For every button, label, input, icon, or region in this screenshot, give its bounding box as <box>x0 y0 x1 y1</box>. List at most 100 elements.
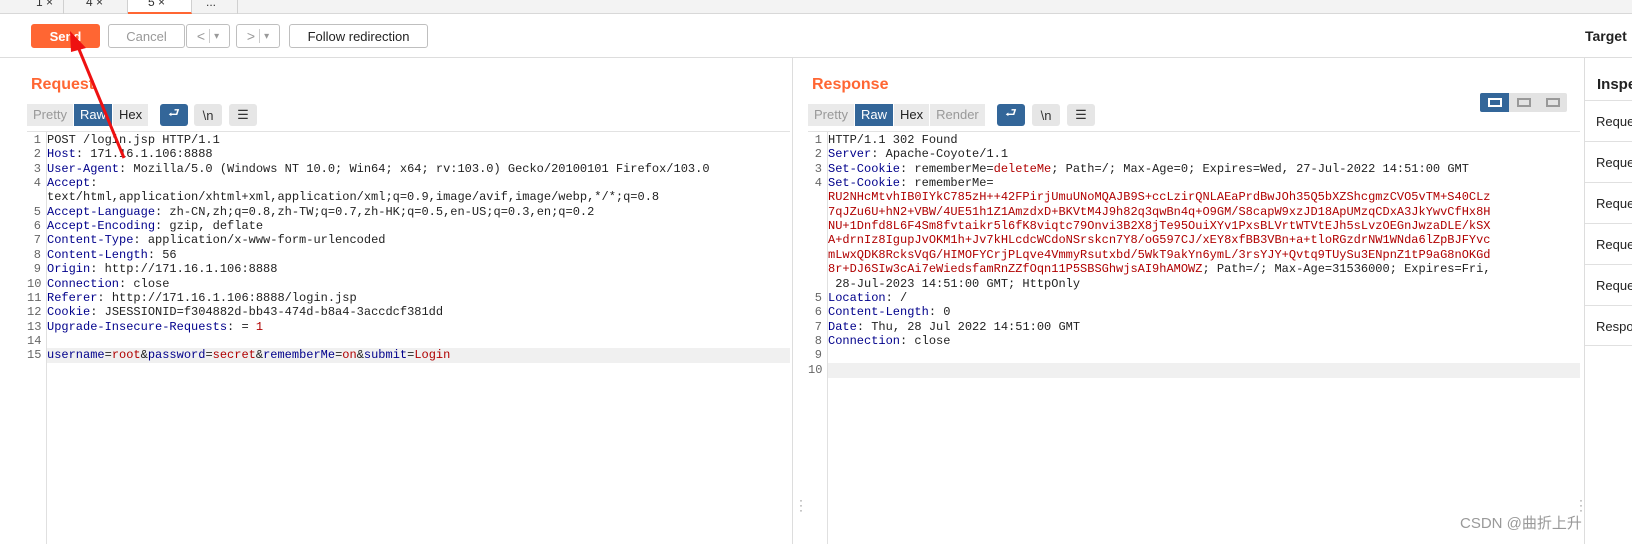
request-editor[interactable]: 1 POST /login.jsp HTTP/1.1 2 Host: 171.16.1… <box>27 131 790 544</box>
inspector-response-headers[interactable]: Response headers <box>1585 305 1632 346</box>
request-tab-pretty[interactable]: Pretty <box>27 104 74 126</box>
cancel-button[interactable]: Cancel <box>108 24 185 48</box>
inspector-request-attributes[interactable]: Request attributes <box>1585 100 1632 141</box>
colon: : <box>97 290 105 305</box>
response-view-tabs: Pretty Raw Hex Render <box>808 104 986 126</box>
line-number: 5 <box>33 204 41 219</box>
header-value: application/x-www-form-urlencoded <box>140 233 386 248</box>
inspector-request-body-params[interactable]: Request body parameters <box>1585 182 1632 223</box>
code-line: Origin: http://171.16.1.106:8888 <box>47 262 790 277</box>
newline-toggle-icon[interactable]: \n <box>194 104 222 126</box>
line-number: 3 <box>33 161 41 176</box>
inspector-request-cookies[interactable]: Request cookies <box>1585 223 1632 264</box>
response-tab-pretty[interactable]: Pretty <box>808 104 855 126</box>
code-line: Set-Cookie: rememberMe=deleteMe; Path=/;… <box>828 162 1580 177</box>
back-button[interactable]: < ▾ <box>186 24 230 48</box>
cookie-value: A+drnIz8IgupJvOKM1h+Jv7kHLcdcWCdoNSrskcn… <box>828 233 1491 248</box>
cookie-value: deleteMe <box>993 161 1052 176</box>
header-name: Cookie <box>47 305 91 320</box>
header-value-tail: ; Path=/; Max-Age=31536000; Expires=Fri, <box>1202 262 1491 277</box>
code-line: POST /login.jsp HTTP/1.1 <box>47 133 790 148</box>
cookie-value: 7qJZu6U+hN2+VBW/4UE51h1Z1AmzdxD+BKVtM4J9… <box>828 204 1491 219</box>
code-line: A+drnIz8IgupJvOKM1h+Jv7kHLcdcWCdoNSrskcn… <box>828 233 1580 248</box>
header-name: Date <box>828 319 857 334</box>
response-editor[interactable]: 1 HTTP/1.1 302 Found 2 Server: Apache-Coyot… <box>808 131 1580 544</box>
repeater-tab-1[interactable]: 1 × <box>0 0 64 14</box>
header-name: Accept-Language <box>47 204 156 219</box>
chevron-down-icon: ▾ <box>214 30 220 42</box>
ampersand: & <box>356 348 364 363</box>
layout-stacked-icon[interactable] <box>1509 93 1538 112</box>
code-line: Set-Cookie: rememberMe= <box>828 176 1580 191</box>
header-name: Upgrade-Insecure-Requests <box>47 319 228 334</box>
request-tab-hex[interactable]: Hex <box>112 104 150 126</box>
header-value: http://171.16.1.106:8888 <box>97 262 278 277</box>
back-arrow-icon: < <box>196 28 206 44</box>
line-number: 12 <box>27 305 42 320</box>
header-value: zh-CN,zh;q=0.8,zh-TW;q=0.7,zh-HK;q=0.5,e… <box>162 204 595 219</box>
param-value: secret <box>212 348 256 363</box>
cookie-value: RU2NHcMtvhIB0IYkC785zH++42FPirjUmuUNoMQA… <box>828 190 1491 205</box>
pane-resize-grip[interactable]: · · · <box>1579 494 1583 516</box>
header-value: close <box>907 333 951 348</box>
param-value: root <box>111 348 141 363</box>
param-name: submit <box>363 348 408 363</box>
cookie-value: 1 <box>248 319 264 334</box>
code-line: User-Agent: Mozilla/5.0 (Windows NT 10.0… <box>47 162 790 177</box>
send-label: Send <box>49 28 82 44</box>
header-name: Set-Cookie <box>828 176 901 191</box>
follow-redirection-button[interactable]: Follow redirection <box>289 24 428 48</box>
response-tab-hex[interactable]: Hex <box>893 104 931 126</box>
tab-label: 4 <box>86 0 93 9</box>
send-button[interactable]: Send <box>31 24 100 48</box>
menu-icon[interactable]: ☰ <box>229 104 257 126</box>
header-value: Thu, 28 Jul 2022 14:51:00 GMT <box>864 319 1081 334</box>
inspector-request-query-params[interactable]: Request query parameters <box>1585 141 1632 182</box>
header-name: User-Agent <box>47 161 120 176</box>
repeater-tab-strip: 1 × 4 × 5 × ... <box>0 0 1632 14</box>
code-line: Cookie: JSESSIONID=f304882d-bb43-474d-b8… <box>47 305 790 320</box>
code-line: Accept: <box>47 176 790 191</box>
menu-icon[interactable]: ☰ <box>1067 104 1095 126</box>
colon: : <box>75 147 84 162</box>
response-tab-render[interactable]: Render <box>930 104 986 126</box>
line-number: 6 <box>33 219 41 234</box>
repeater-tab-more[interactable]: ... <box>192 0 238 14</box>
code-line: Server: Apache-Coyote/1.1 <box>828 147 1580 162</box>
header-name: Server <box>828 147 872 162</box>
wrap-lines-icon[interactable]: ⮐ <box>160 104 188 126</box>
line-number: 5 <box>814 290 822 305</box>
ampersand: & <box>140 348 148 363</box>
target-label[interactable]: Target <box>1585 28 1627 44</box>
header-name: Host <box>47 147 76 162</box>
watermark: CSDN @曲折上升 <box>1460 515 1582 532</box>
cookie-value: mLwxQDK8RcksVqG/HIMOFYCrjPLqve4VmmyRsutx… <box>828 247 1491 262</box>
inspector-panel: Inspector Request attributes Request que… <box>1584 58 1632 544</box>
header-name: Connection <box>828 333 901 348</box>
repeater-tab-4[interactable]: 4 × <box>64 0 128 14</box>
follow-redirection-label: Follow redirection <box>307 28 410 44</box>
layout-side-by-side-icon[interactable] <box>1480 93 1509 112</box>
pane-divider[interactable] <box>792 58 793 544</box>
inspector-request-headers[interactable]: Request headers <box>1585 264 1632 305</box>
equals: = <box>104 348 112 363</box>
colon: : <box>928 305 937 320</box>
forward-button[interactable]: > ▾ <box>236 24 280 48</box>
wrap-lines-icon[interactable]: ⮐ <box>997 104 1025 126</box>
code-line: 7qJZu6U+hN2+VBW/4UE51h1Z1AmzdxD+BKVtM4J9… <box>828 205 1580 220</box>
equals: = <box>205 348 213 363</box>
layout-tabs-icon[interactable] <box>1538 93 1567 112</box>
param-name: password <box>147 348 206 363</box>
pane-resize-grip[interactable]: · · · <box>799 494 803 516</box>
repeater-tab-5[interactable]: 5 × <box>128 0 192 14</box>
response-tab-raw[interactable]: Raw <box>854 104 894 126</box>
header-value: text/html,application/xhtml+xml,applicat… <box>47 190 660 205</box>
newline-toggle-icon[interactable]: \n <box>1032 104 1060 126</box>
layout-toggle[interactable] <box>1480 93 1567 112</box>
header-value: / <box>892 290 908 305</box>
code-line: Referer: http://171.16.1.106:8888/login.… <box>47 291 790 306</box>
tab-label: ... <box>206 0 217 9</box>
request-tab-raw[interactable]: Raw <box>73 104 113 126</box>
line-number: 4 <box>33 176 41 191</box>
